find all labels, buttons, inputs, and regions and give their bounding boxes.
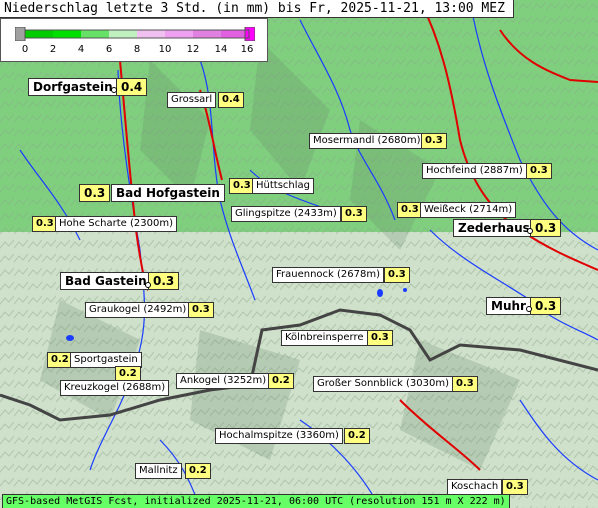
place-label-mallnitz[interactable]: Mallnitz xyxy=(135,463,182,479)
value-badge: 0.3 xyxy=(341,206,367,222)
place-label-frauennock[interactable]: Frauennock (2678m) xyxy=(272,267,385,283)
value-badge: 0.3 xyxy=(32,216,58,232)
value-badge: 0.3 xyxy=(79,184,111,202)
place-label-weisseck[interactable]: Weißeck (2714m) xyxy=(420,202,517,218)
place-label-ankogel[interactable]: Ankogel (3252m) xyxy=(176,373,271,389)
legend-tick: 0 xyxy=(21,44,29,55)
value-badge: 0.2 xyxy=(268,373,294,389)
value-badge: 0.4 xyxy=(116,78,148,96)
value-badge: 0.3 xyxy=(148,272,180,290)
place-label-grosser-sonnblick[interactable]: Großer Sonnblick (3030m) xyxy=(313,376,454,392)
place-label-koschach[interactable]: Koschach xyxy=(447,479,503,495)
legend-tick: 4 xyxy=(77,44,85,55)
value-badge: 0.3 xyxy=(384,267,410,283)
place-label-zederhaus[interactable]: Zederhaus xyxy=(453,219,535,237)
value-badge: 0.2 xyxy=(344,428,370,444)
place-label-graukogel[interactable]: Graukogel (2492m) xyxy=(85,302,191,318)
value-badge: 0.3 xyxy=(502,479,528,495)
place-label-mosermandl[interactable]: Mosermandl (2680m) xyxy=(309,133,425,149)
place-label-glingspitze[interactable]: Glingspitze (2433m) xyxy=(231,206,341,222)
legend-tick: 16 xyxy=(240,44,254,55)
value-badge: 0.3 xyxy=(530,219,562,237)
value-badge: 0.3 xyxy=(188,302,214,318)
location-marker xyxy=(527,228,533,234)
map-title: Niederschlag letzte 3 Std. (in mm) bis F… xyxy=(0,0,514,18)
place-label-muhr[interactable]: Muhr xyxy=(486,297,531,315)
value-badge: 0.2 xyxy=(47,352,73,368)
legend-tick: 8 xyxy=(133,44,141,55)
legend-tick: 6 xyxy=(105,44,113,55)
legend-tick: 2 xyxy=(49,44,57,55)
location-marker xyxy=(526,306,532,312)
precipitation-legend: 0 2 4 6 8 10 12 14 16 xyxy=(0,18,268,62)
place-label-dorfgastein[interactable]: Dorfgastein xyxy=(28,78,118,96)
place-label-kreuzkogel[interactable]: Kreuzkogel (2688m) xyxy=(60,380,170,396)
place-label-grossarl[interactable]: Grossarl xyxy=(167,92,217,108)
value-badge: 0.3 xyxy=(397,202,423,218)
value-badge: 0.3 xyxy=(530,297,562,315)
place-label-huettschlag[interactable]: Hüttschlag xyxy=(252,178,314,194)
value-badge: 0.4 xyxy=(218,92,244,108)
precipitation-map[interactable]: Niederschlag letzte 3 Std. (in mm) bis F… xyxy=(0,0,598,508)
location-marker xyxy=(111,87,117,93)
place-label-bad-hofgastein[interactable]: Bad Hofgastein xyxy=(111,184,225,202)
legend-tick: 12 xyxy=(186,44,200,55)
place-label-hochfeind[interactable]: Hochfeind (2887m) xyxy=(422,163,527,179)
location-marker xyxy=(145,282,151,288)
value-badge: 0.2 xyxy=(185,463,211,479)
legend-color-bar xyxy=(15,27,255,41)
forecast-footer: GFS-based MetGIS Fcst, initialized 2025-… xyxy=(2,494,510,508)
value-badge: 0.3 xyxy=(452,376,478,392)
legend-tick: 14 xyxy=(214,44,228,55)
value-badge: 0.3 xyxy=(229,178,255,194)
value-badge: 0.3 xyxy=(421,133,447,149)
place-label-bad-gastein[interactable]: Bad Gastein xyxy=(60,272,152,290)
place-label-hochalmspitze[interactable]: Hochalmspitze (3360m) xyxy=(215,428,343,444)
place-label-hohe-scharte[interactable]: Hohe Scharte (2300m) xyxy=(55,216,177,232)
place-label-koelnbreinsperre[interactable]: Kölnbreinsperre xyxy=(281,330,368,346)
value-badge: 0.3 xyxy=(526,163,552,179)
legend-tick: 10 xyxy=(158,44,172,55)
value-badge: 0.3 xyxy=(367,330,393,346)
